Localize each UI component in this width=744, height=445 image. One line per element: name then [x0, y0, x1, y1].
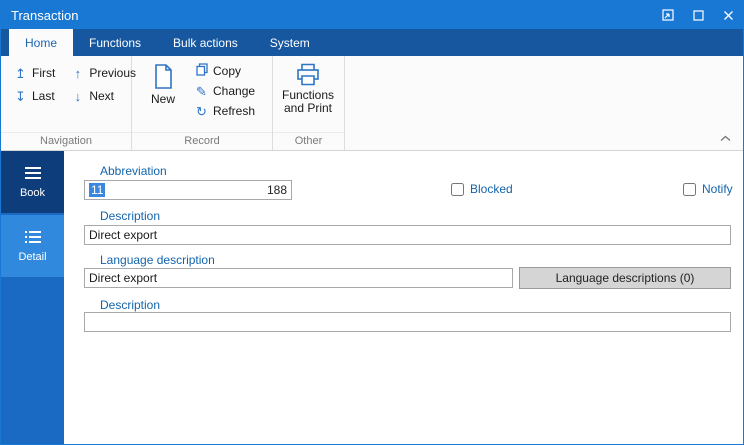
- sidebar-item-detail[interactable]: Detail: [1, 215, 64, 277]
- functions-and-print-button[interactable]: Functions and Print: [277, 60, 339, 115]
- window-maximize-button[interactable]: [683, 1, 713, 29]
- tab-system[interactable]: System: [254, 29, 326, 56]
- description2-label: Description: [100, 298, 161, 312]
- abbreviation-label: Abbreviation: [100, 164, 167, 178]
- transaction-window: Transaction Home Functions Bulk actions …: [0, 0, 744, 445]
- language-descriptions-button[interactable]: Language descriptions (0): [519, 267, 731, 289]
- first-icon: ↥: [15, 65, 26, 81]
- change-button[interactable]: ✎ Change: [188, 81, 264, 101]
- window-close-button[interactable]: [713, 1, 743, 29]
- detail-icon: [24, 230, 41, 243]
- other-group-content: Functions and Print: [273, 56, 344, 132]
- refresh-label: Refresh: [213, 104, 256, 118]
- sidebar-detail-label: Detail: [18, 250, 47, 263]
- abbreviation-field[interactable]: 11 188: [84, 180, 292, 200]
- record-group-content: New Copy ✎ Change ↻ Refresh: [132, 56, 272, 132]
- tab-home[interactable]: Home: [9, 29, 74, 56]
- language-description-input[interactable]: [84, 268, 513, 288]
- ribbon-tabstrip: Home Functions Bulk actions System: [1, 29, 743, 56]
- sidebar-item-book[interactable]: Book: [1, 151, 64, 213]
- new-icon: [155, 64, 172, 89]
- ribbon-group-record: New Copy ✎ Change ↻ Refresh Record: [132, 56, 273, 150]
- window-title: Transaction: [11, 7, 79, 23]
- abbreviation-count: 188: [266, 183, 287, 197]
- last-icon: ↧: [15, 88, 26, 104]
- refresh-icon: ↻: [196, 103, 207, 119]
- ribbon: ↥ First ↧ Last ↑ Previous ↓ Next Navigat…: [1, 56, 743, 151]
- copy-icon: [195, 63, 208, 78]
- navigation-group-content: ↥ First ↧ Last ↑ Previous ↓ Next: [1, 56, 136, 132]
- group-label-record: Record: [132, 132, 272, 150]
- window-body: Book Detail Abbreviation 11 188 Blocked …: [1, 151, 743, 444]
- language-description-label: Language description: [100, 253, 215, 267]
- previous-icon: ↑: [74, 65, 82, 81]
- window-dock-icon: [662, 9, 674, 21]
- tab-bulk-actions[interactable]: Bulk actions: [157, 29, 254, 56]
- ribbon-collapse-button[interactable]: [720, 129, 731, 147]
- new-label: New: [150, 92, 175, 106]
- notify-checkbox-input[interactable]: [683, 182, 696, 196]
- previous-label: Previous: [89, 66, 137, 80]
- next-label: Next: [89, 89, 115, 103]
- description-input[interactable]: [84, 225, 731, 245]
- first-button[interactable]: ↥ First: [7, 63, 64, 83]
- titlebar: Transaction: [1, 1, 743, 29]
- first-label: First: [32, 66, 56, 80]
- functions-and-print-label: Functions and Print: [281, 88, 335, 115]
- blocked-label: Blocked: [470, 182, 513, 196]
- form-area: Abbreviation 11 188 Blocked Notify Descr…: [64, 151, 743, 444]
- copy-label: Copy: [213, 63, 242, 78]
- last-label: Last: [32, 89, 55, 103]
- description-label: Description: [100, 209, 161, 223]
- group-label-navigation: Navigation: [1, 132, 131, 150]
- tab-functions[interactable]: Functions: [73, 29, 157, 56]
- ribbon-group-navigation: ↥ First ↧ Last ↑ Previous ↓ Next Navigat…: [1, 56, 136, 150]
- group-label-other: Other: [273, 132, 344, 150]
- change-label: Change: [213, 84, 256, 98]
- change-icon: ✎: [196, 83, 207, 99]
- ribbon-group-other: Functions and Print Other: [273, 56, 345, 150]
- book-icon: [24, 166, 41, 179]
- record-small-buttons: Copy ✎ Change ↻ Refresh: [188, 60, 264, 132]
- printer-icon: [297, 63, 319, 86]
- new-button[interactable]: New: [138, 60, 188, 132]
- copy-button[interactable]: Copy: [188, 60, 264, 81]
- notify-checkbox[interactable]: Notify: [683, 182, 733, 196]
- next-icon: ↓: [74, 88, 82, 104]
- blocked-checkbox[interactable]: Blocked: [451, 182, 513, 196]
- window-maximize-icon: [692, 9, 704, 21]
- window-controls: [653, 1, 743, 29]
- sidebar: Book Detail: [1, 151, 64, 444]
- description2-input[interactable]: [84, 312, 731, 332]
- refresh-button[interactable]: ↻ Refresh: [188, 101, 264, 121]
- chevron-up-icon: [720, 135, 731, 141]
- sidebar-book-label: Book: [19, 186, 46, 199]
- window-dock-button[interactable]: [653, 1, 683, 29]
- notify-label: Notify: [702, 182, 733, 196]
- window-close-icon: [723, 10, 733, 20]
- abbreviation-value: 11: [89, 183, 106, 197]
- last-button[interactable]: ↧ Last: [7, 86, 64, 106]
- blocked-checkbox-input[interactable]: [451, 182, 464, 196]
